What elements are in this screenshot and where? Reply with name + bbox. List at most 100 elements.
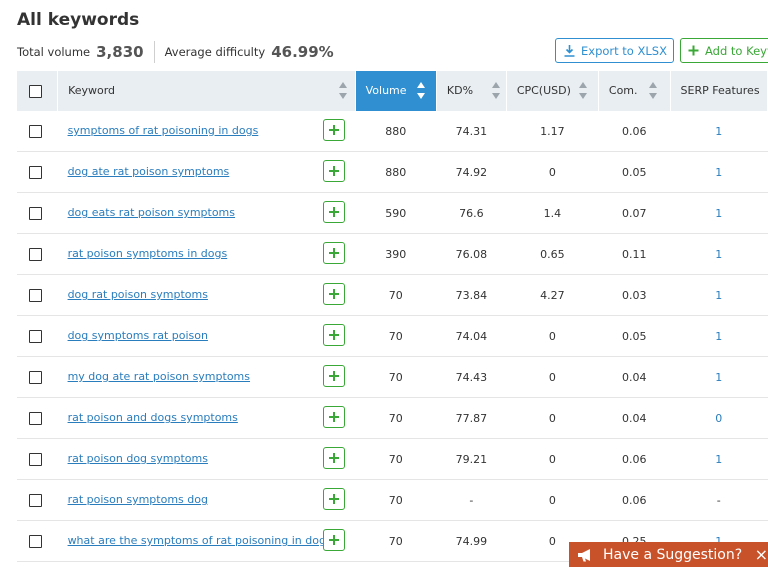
plus-icon — [329, 412, 340, 422]
serp-features-cell[interactable]: 1 — [670, 315, 768, 357]
keyword-cell: dog ate rat poison symptoms — [57, 151, 356, 193]
serp-features-cell[interactable]: 1 — [670, 438, 768, 480]
keyword-link[interactable]: my dog ate rat poison symptoms — [68, 370, 250, 383]
sort-icon — [648, 82, 658, 99]
row-checkbox[interactable] — [29, 411, 42, 425]
avg-difficulty-value: 46.99% — [271, 43, 334, 61]
add-keyword-button[interactable] — [323, 283, 346, 305]
row-select-cell — [17, 520, 58, 562]
column-header-cpc[interactable]: CPC(USD) — [506, 71, 599, 111]
select-all-checkbox[interactable] — [29, 84, 42, 98]
table-row: rat poison symptoms in dogs 390 76.08 0.65 0… — [17, 233, 768, 275]
add-keyword-button[interactable] — [323, 160, 346, 182]
kd-cell: 74.43 — [436, 356, 507, 398]
row-select-cell — [17, 315, 58, 357]
serp-features-cell[interactable]: 1 — [670, 356, 768, 398]
suggestion-banner[interactable]: Have a Suggestion? × — [569, 542, 768, 567]
plus-icon — [329, 289, 340, 299]
plus-icon — [329, 166, 340, 176]
serp-header-label: SERP Features — [680, 84, 760, 97]
row-checkbox[interactable] — [29, 534, 42, 548]
keyword-link[interactable]: rat poison symptoms in dogs — [68, 247, 228, 260]
keyword-cell: rat poison and dogs symptoms — [57, 397, 356, 439]
table-row: dog ate rat poison symptoms 880 74.92 0 0.05… — [17, 151, 768, 193]
keyword-link[interactable]: rat poison dog symptoms — [68, 452, 208, 465]
serp-features-cell[interactable]: 1 — [670, 192, 768, 234]
keyword-link[interactable]: what are the symptoms of rat poisoning i… — [68, 534, 332, 547]
volume-cell: 70 — [355, 520, 437, 562]
column-header-com[interactable]: Com. — [598, 71, 671, 111]
add-label: Add to Keywords — [705, 43, 768, 58]
com-cell: 0.03 — [598, 274, 671, 316]
cpc-cell: 0 — [506, 151, 599, 193]
serp-features-cell[interactable]: 1 — [670, 111, 768, 152]
keyword-link[interactable]: symptoms of rat poisoning in dogs — [68, 124, 259, 137]
keyword-cell: rat poison symptoms dog — [57, 479, 356, 521]
total-volume-value: 3,830 — [96, 43, 144, 61]
add-keyword-button[interactable] — [323, 406, 346, 428]
add-keyword-button[interactable] — [323, 447, 346, 469]
row-checkbox[interactable] — [29, 124, 42, 138]
export-xlsx-button[interactable]: Export to XLSX — [555, 38, 674, 63]
row-select-cell — [17, 192, 58, 234]
table-header-row: Keyword Volume KD% CPC(USD) Com. SERP Fe… — [17, 71, 768, 111]
keyword-cell: dog symptoms rat poison — [57, 315, 356, 357]
row-select-cell — [17, 479, 58, 521]
column-header-volume[interactable]: Volume — [355, 71, 437, 111]
row-select-cell — [17, 274, 58, 316]
volume-header-label: Volume — [365, 84, 407, 97]
add-keyword-button[interactable] — [323, 242, 346, 264]
table-row: dog rat poison symptoms 70 73.84 4.27 0.03 1 — [17, 274, 768, 316]
serp-features-cell[interactable]: 1 — [670, 151, 768, 193]
keyword-cell: my dog ate rat poison symptoms — [57, 356, 356, 398]
row-checkbox[interactable] — [29, 165, 42, 179]
add-to-keywords-button[interactable]: Add to Keywords — [680, 38, 768, 63]
volume-cell: 70 — [355, 274, 437, 316]
keyword-link[interactable]: dog ate rat poison symptoms — [68, 165, 230, 178]
column-header-serp[interactable]: SERP Features — [670, 71, 768, 111]
row-checkbox[interactable] — [29, 288, 42, 302]
row-checkbox[interactable] — [29, 206, 42, 220]
row-select-cell — [17, 438, 58, 480]
keyword-link[interactable]: dog eats rat poison symptoms — [68, 206, 235, 219]
row-select-cell — [17, 356, 58, 398]
summary-divider — [153, 41, 155, 63]
row-checkbox[interactable] — [29, 329, 42, 343]
row-checkbox[interactable] — [29, 493, 42, 507]
serp-features-cell[interactable]: 0 — [670, 397, 768, 439]
volume-cell: 70 — [355, 438, 437, 480]
serp-features-cell[interactable]: 1 — [670, 274, 768, 316]
serp-features-cell[interactable]: 1 — [670, 233, 768, 275]
cpc-cell: 0 — [506, 397, 599, 439]
table-row: dog eats rat poison symptoms 590 76.6 1.4 0.… — [17, 192, 768, 234]
row-checkbox[interactable] — [29, 247, 42, 261]
volume-cell: 390 — [355, 233, 437, 275]
serp-features-cell: - — [670, 479, 768, 521]
keyword-link[interactable]: dog rat poison symptoms — [68, 288, 208, 301]
row-select-cell — [17, 397, 58, 439]
row-checkbox[interactable] — [29, 452, 42, 466]
add-keyword-button[interactable] — [323, 488, 346, 510]
column-header-kd[interactable]: KD% — [436, 71, 507, 111]
keyword-cell: rat poison symptoms in dogs — [57, 233, 356, 275]
kd-cell: 79.21 — [436, 438, 507, 480]
kd-cell: 77.87 — [436, 397, 507, 439]
row-checkbox[interactable] — [29, 370, 42, 384]
add-keyword-button[interactable] — [323, 529, 346, 551]
add-keyword-button[interactable] — [323, 324, 346, 346]
keyword-link[interactable]: rat poison symptoms dog — [68, 493, 208, 506]
add-keyword-button[interactable] — [323, 119, 346, 141]
plus-icon — [329, 535, 340, 545]
close-icon[interactable]: × — [755, 545, 768, 564]
kd-cell: - — [436, 479, 507, 521]
column-header-keyword[interactable]: Keyword — [57, 71, 356, 111]
row-select-cell — [17, 111, 58, 152]
add-keyword-button[interactable] — [323, 365, 346, 387]
keyword-link[interactable]: rat poison and dogs symptoms — [68, 411, 238, 424]
cpc-cell: 4.27 — [506, 274, 599, 316]
table-row: rat poison symptoms dog 70-0 0.06- — [17, 479, 768, 521]
table-row: my dog ate rat poison symptoms 70 74.43 0 0.… — [17, 356, 768, 398]
add-keyword-button[interactable] — [323, 201, 346, 223]
plus-icon — [688, 45, 699, 56]
keyword-link[interactable]: dog symptoms rat poison — [68, 329, 208, 342]
